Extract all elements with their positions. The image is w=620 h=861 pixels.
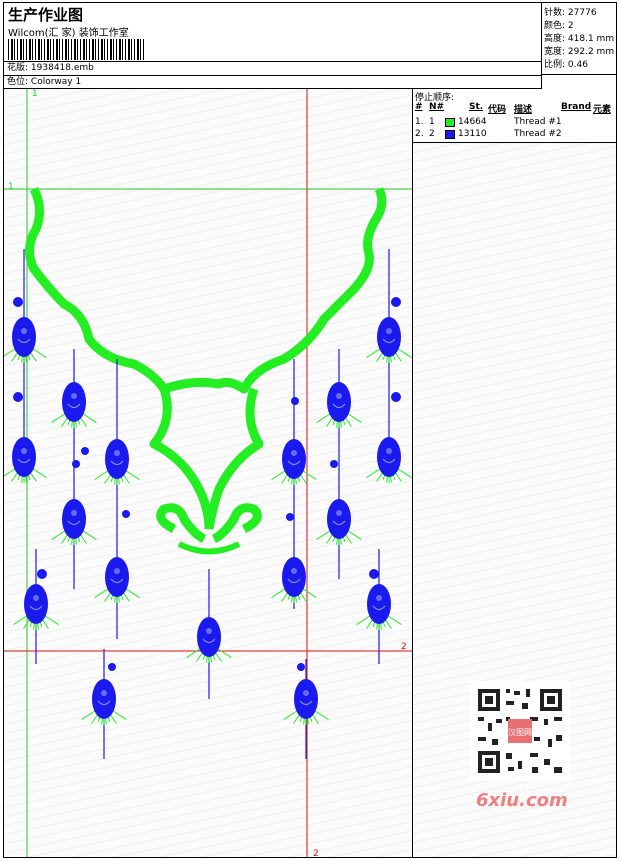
guide-label-h1: 1 <box>8 182 14 192</box>
embroidery-design <box>4 89 412 857</box>
peacock-feather <box>94 439 140 485</box>
colorway-label: 色位: <box>7 77 29 87</box>
peacock-feather <box>366 317 412 363</box>
design-file-label: 花版: <box>7 63 29 73</box>
guide-label-v2: 2 <box>313 849 319 857</box>
peacock-feather <box>356 584 402 630</box>
design-canvas[interactable]: 1 1 2 2 <box>4 89 413 857</box>
peacock-feather <box>4 437 47 483</box>
peacock-feather <box>316 499 362 545</box>
peacock-feather <box>81 679 127 725</box>
dots <box>13 297 401 671</box>
peacock-feather <box>186 617 232 663</box>
thread-row[interactable]: 1. 1 14664 Thread #1 <box>413 117 616 129</box>
page-title: 生产作业图 <box>8 6 84 24</box>
qr-code-icon: 汉图网 <box>470 681 570 781</box>
col-code: 代码 <box>488 105 507 115</box>
row-num: 2. <box>415 129 424 139</box>
company-name: Wilcom(汇 家) 装饰工作室 <box>8 28 129 39</box>
row-code: 14664 <box>458 117 487 127</box>
peacock-feather <box>51 382 97 428</box>
thread-row[interactable]: 2. 2 13110 Thread #2 <box>413 129 616 141</box>
design-file-row: 花版: 1938418.emb <box>4 61 541 75</box>
peacock-feather <box>13 584 59 630</box>
col-st: St. <box>469 102 484 112</box>
peacock-feather <box>271 557 317 603</box>
stat-colors: 颜色: 2 <box>544 21 574 31</box>
guide-label-v1: 1 <box>32 89 38 99</box>
stat-stitches: 针数: 27776 <box>544 8 597 18</box>
design-file-value: 1938418.emb <box>30 63 94 73</box>
colorway-row: 色位: Colorway 1 <box>4 75 541 89</box>
row-desc: Thread #1 <box>514 117 562 127</box>
thread-swatch-green <box>445 118 455 127</box>
peacock-feather <box>51 499 97 545</box>
col-element: 元素 <box>593 105 612 115</box>
col-n: N# <box>429 102 445 112</box>
stats-panel: 针数: 27776 颜色: 2 高度: 418.1 mm 宽度: 292.2 m… <box>542 3 616 75</box>
peacock-feather <box>316 382 362 428</box>
neckline-motif <box>25 186 387 555</box>
row-num: 1. <box>415 117 424 127</box>
row-n: 1 <box>429 117 435 127</box>
stat-scale: 比例: 0.46 <box>544 60 588 70</box>
colorway-value: Colorway 1 <box>30 77 82 87</box>
peacock-feather <box>366 437 412 483</box>
thread-swatch-blue <box>445 130 455 139</box>
row-desc: Thread #2 <box>514 129 562 139</box>
peacock-feather <box>271 439 317 485</box>
row-code: 13110 <box>458 129 487 139</box>
barcode <box>8 39 144 60</box>
watermark-text: 6xiu.com <box>476 790 568 811</box>
stat-height: 高度: 418.1 mm <box>544 34 615 44</box>
peacock-feather <box>94 557 140 603</box>
row-n: 2 <box>429 129 435 139</box>
col-num: # <box>415 102 423 112</box>
qr-label: 汉图网 <box>508 728 532 737</box>
peacock-feather <box>283 679 329 725</box>
peacock-feather <box>4 317 47 363</box>
stats-divider <box>542 74 616 75</box>
col-desc: 描述 <box>514 105 533 115</box>
col-brand: Brand <box>561 102 592 112</box>
stat-width: 宽度: 292.2 mm <box>544 47 615 57</box>
header-info: 生产作业图 Wilcom(汇 家) 装饰工作室 花版: 1938418.emb … <box>4 3 542 89</box>
guide-label-h2: 2 <box>401 642 407 652</box>
